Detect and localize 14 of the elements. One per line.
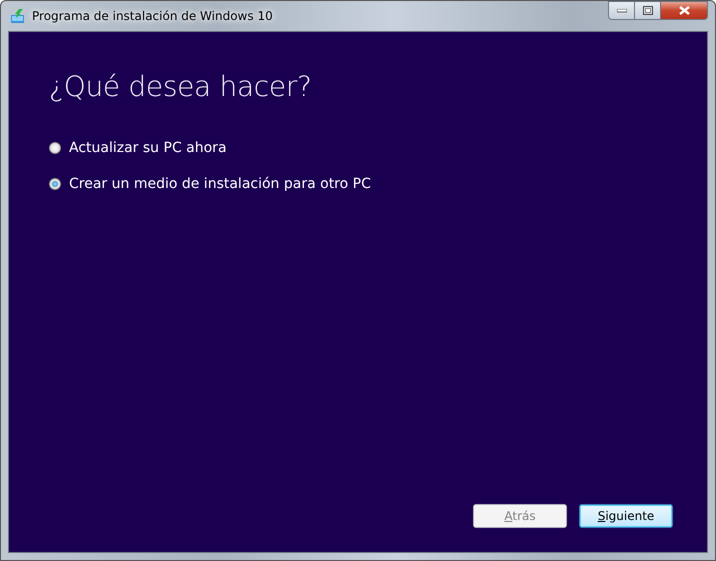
radio-button[interactable]	[49, 142, 61, 154]
close-button[interactable]	[661, 1, 708, 20]
next-button[interactable]: Siguiente	[579, 504, 673, 528]
minimize-button[interactable]	[608, 1, 635, 20]
option-label[interactable]: Actualizar su PC ahora	[69, 138, 227, 159]
window-title: Programa de instalación de Windows 10	[32, 8, 273, 25]
maximize-button[interactable]	[635, 1, 661, 20]
maximize-icon	[642, 6, 652, 15]
option-label[interactable]: Crear un medio de instalación para otro PC	[69, 174, 371, 195]
minimize-icon	[616, 8, 626, 12]
radio-button[interactable]	[49, 178, 61, 190]
page-heading: ¿Qué desea hacer?	[49, 70, 313, 104]
close-icon	[678, 6, 690, 15]
setup-icon	[10, 8, 26, 24]
